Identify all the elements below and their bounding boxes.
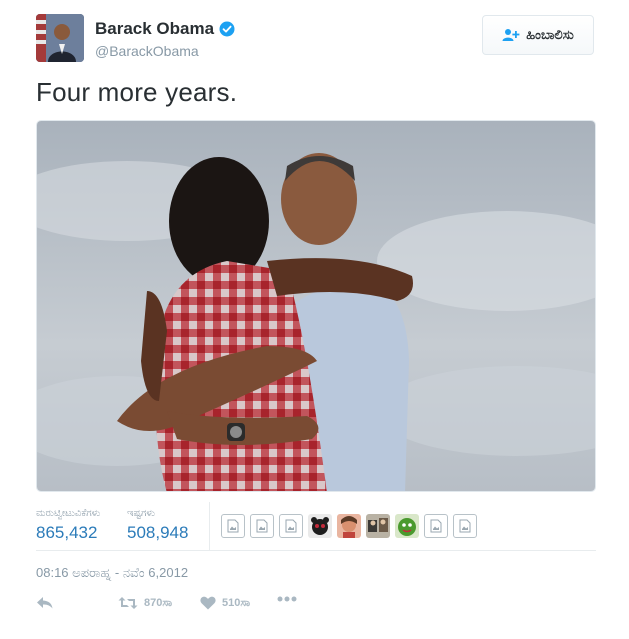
reply-button[interactable] [36, 596, 54, 610]
add-user-icon [502, 28, 520, 42]
like-stat-value: 508,948 [127, 523, 189, 542]
retweet-count: 870ಸಾ [144, 596, 173, 609]
retweet-icon [118, 596, 138, 610]
liker-avatar[interactable] [279, 514, 303, 538]
verified-badge-icon [219, 21, 235, 37]
retweet-stat-label: ಮರುಟ್ವೀಟುವಿಕೆಗಳು [36, 508, 101, 519]
tweet-stats: ಮರುಟ್ವೀಟುವಿಕೆಗಳು 865,432 ಇಷ್ಟಗಳು 508,948 [36, 502, 596, 551]
liker-avatar[interactable] [221, 514, 245, 538]
like-button[interactable]: 510ಸಾ [200, 596, 250, 610]
author-avatar[interactable] [36, 14, 84, 62]
broken-image-icon [459, 519, 471, 533]
liker-avatar[interactable] [395, 514, 419, 538]
like-count: 510ಸಾ [222, 596, 251, 609]
like-stat-label: ಇಷ್ಟಗಳು [127, 508, 156, 519]
more-icon [277, 596, 297, 602]
liker-avatar[interactable] [308, 514, 332, 538]
author-handle[interactable]: @BarackObama [95, 43, 199, 59]
tweet-card: Barack Obama @BarackObama ಹಿಂಬಾಲಿಸು Four… [0, 0, 629, 639]
more-button[interactable] [277, 596, 297, 602]
follow-button[interactable]: ಹಿಂಬಾಲಿಸು [482, 15, 594, 55]
liker-avatar[interactable] [424, 514, 448, 538]
heart-icon [200, 596, 216, 610]
liker-avatar[interactable] [250, 514, 274, 538]
retweet-button[interactable]: 870ಸಾ [118, 596, 172, 610]
author-name-row: Barack Obama [95, 19, 235, 39]
liker-avatars [221, 514, 477, 538]
follow-button-label: ಹಿಂಬಾಲಿಸು [526, 27, 574, 42]
broken-image-icon [430, 519, 442, 533]
broken-image-icon [285, 519, 297, 533]
retweet-stat-value: 865,432 [36, 523, 98, 542]
author-name[interactable]: Barack Obama [95, 19, 214, 39]
stats-divider [209, 502, 210, 550]
liker-avatar[interactable] [366, 514, 390, 538]
tweet-timestamp[interactable]: 08:16 ಅಪರಾಹ್ನ - ನವೆಂ 6,2012 [36, 565, 188, 581]
broken-image-icon [227, 519, 239, 533]
tweet-photo[interactable] [36, 120, 596, 492]
like-stat[interactable]: ಇಷ್ಟಗಳು 508,948 [127, 508, 188, 543]
retweet-stat[interactable]: ಮರುಟ್ವೀಟುವಿಕೆಗಳು 865,432 [36, 508, 100, 543]
tweet-text: Four more years. [36, 77, 238, 107]
reply-icon [36, 596, 54, 610]
liker-avatar[interactable] [337, 514, 361, 538]
liker-avatar[interactable] [453, 514, 477, 538]
broken-image-icon [256, 519, 268, 533]
